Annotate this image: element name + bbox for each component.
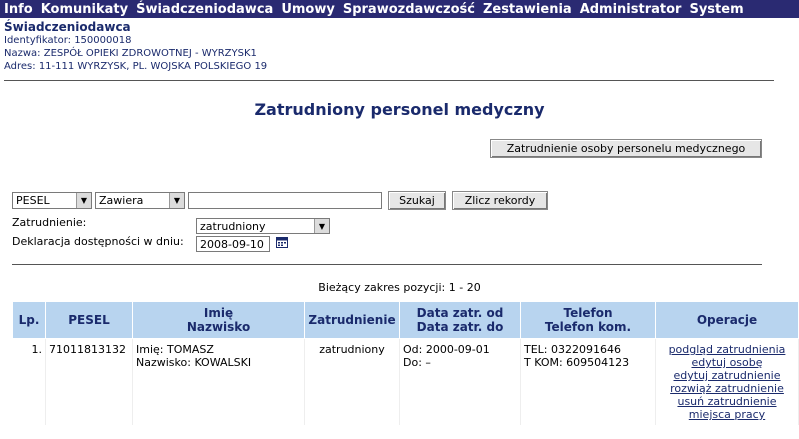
provider-name: Nazwa: ZESPÓŁ OPIEKI ZDROWOTNEJ - WYRZYS… — [4, 48, 257, 59]
cell-pesel: 71011813132 — [45, 338, 133, 425]
header-employment: Zatrudnienie — [304, 301, 400, 339]
header-name-first: Imię — [203, 306, 234, 320]
menu-item-swiadczeniodawca[interactable]: Świadczeniodawca — [132, 2, 277, 17]
count-records-button[interactable]: Zlicz rekordy — [452, 191, 548, 210]
search-button[interactable]: Szukaj — [388, 191, 446, 210]
header-divider — [4, 80, 774, 81]
employment-label: Zatrudnienie: — [12, 216, 87, 229]
chevron-down-icon: ▼ — [76, 193, 91, 208]
menu-item-umowy[interactable]: Umowy — [277, 2, 339, 17]
op-delete-employment-link[interactable]: usuń zatrudnienie — [659, 395, 795, 408]
header-dates: Data zatr. od Data zatr. do — [399, 301, 521, 339]
employ-person-button[interactable]: Zatrudnienie osoby personelu medycznego — [490, 139, 762, 158]
calendar-icon[interactable] — [276, 236, 288, 248]
cell-mobile: T KOM: 609504123 — [524, 356, 630, 369]
cell-lp: 1. — [12, 338, 46, 425]
table-row: 1. 71011813132 Imię: TOMASZ Nazwisko: KO… — [12, 338, 799, 425]
chevron-down-icon: ▼ — [314, 219, 329, 233]
provider-id: Identyfikator: 150000018 — [4, 35, 132, 46]
search-input[interactable] — [188, 192, 382, 209]
cell-operations: podgląd zatrudnienia edytuj osobę edytuj… — [655, 338, 799, 425]
provider-title: Świadczeniodawca — [4, 20, 131, 34]
search-field-value: PESEL — [16, 194, 50, 207]
menu-item-sprawozdawczosc[interactable]: Sprawozdawczość — [339, 2, 479, 17]
cell-last-name: Nazwisko: KOWALSKI — [136, 356, 252, 369]
top-menu-bar: Info Komunikaty Świadczeniodawca Umowy S… — [0, 0, 799, 18]
cell-first-name: Imię: TOMASZ — [136, 343, 214, 356]
search-operator-select[interactable]: Zawiera ▼ — [95, 192, 185, 209]
filter-divider — [12, 264, 762, 265]
search-field-select[interactable]: PESEL ▼ — [12, 192, 92, 209]
provider-info: Świadczeniodawca Identyfikator: 15000001… — [4, 21, 267, 73]
search-operator-value: Zawiera — [99, 194, 144, 207]
provider-address: Adres: 11-111 WYRZYSK, PL. WOJSKA POLSKI… — [4, 61, 268, 72]
header-name-last: Nazwisko — [186, 320, 251, 334]
op-edit-employment-link[interactable]: edytuj zatrudnienie — [659, 369, 795, 382]
staff-table: Lp. PESEL Imię Nazwisko Zatrudnienie Dat… — [12, 301, 799, 425]
header-phone: Telefon Telefon kom. — [520, 301, 656, 339]
chevron-down-icon: ▼ — [169, 193, 184, 208]
range-text: Bieżący zakres pozycji: 1 - 20 — [318, 281, 481, 294]
declaration-date-input[interactable]: 2008-09-10 — [196, 236, 270, 252]
op-edit-person-link[interactable]: edytuj osobę — [659, 356, 795, 369]
employment-select-value: zatrudniony — [200, 219, 266, 233]
declaration-label: Deklaracja dostępności w dniu: — [12, 235, 184, 248]
cell-phone: TEL: 0322091646 — [524, 343, 621, 356]
cell-name: Imię: TOMASZ Nazwisko: KOWALSKI — [132, 338, 305, 425]
header-name: Imię Nazwisko — [132, 301, 305, 339]
page-title: Zatrudniony personel medyczny — [254, 100, 545, 119]
header-date-to: Data zatr. do — [416, 320, 504, 334]
cell-date-to: Do: – — [403, 356, 431, 369]
cell-phones: TEL: 0322091646 T KOM: 609504123 — [520, 338, 656, 425]
header-phone-main: Telefon — [563, 306, 613, 320]
employment-select[interactable]: zatrudniony ▼ — [196, 218, 330, 234]
menu-item-zestawienia[interactable]: Zestawienia — [479, 2, 576, 17]
op-workplaces-link[interactable]: miejsca pracy — [659, 408, 795, 421]
header-date-from: Data zatr. od — [416, 306, 504, 320]
header-pesel: PESEL — [45, 301, 133, 339]
cell-date-from: Od: 2000-09-01 — [403, 343, 490, 356]
header-lp: Lp. — [12, 301, 46, 339]
menu-item-komunikaty[interactable]: Komunikaty — [37, 2, 132, 17]
menu-item-administrator[interactable]: Administrator — [576, 2, 686, 17]
op-terminate-employment-link[interactable]: rozwiąż zatrudnienie — [659, 382, 795, 395]
cell-employment: zatrudniony — [304, 338, 400, 425]
table-header-row: Lp. PESEL Imię Nazwisko Zatrudnienie Dat… — [12, 301, 799, 339]
menu-item-system[interactable]: System — [685, 2, 747, 17]
menu-item-info[interactable]: Info — [0, 2, 37, 17]
header-operations: Operacje — [655, 301, 799, 339]
op-view-employment-link[interactable]: podgląd zatrudnienia — [659, 343, 795, 356]
cell-dates: Od: 2000-09-01 Do: – — [399, 338, 521, 425]
header-phone-mobile: Telefon kom. — [544, 320, 632, 334]
